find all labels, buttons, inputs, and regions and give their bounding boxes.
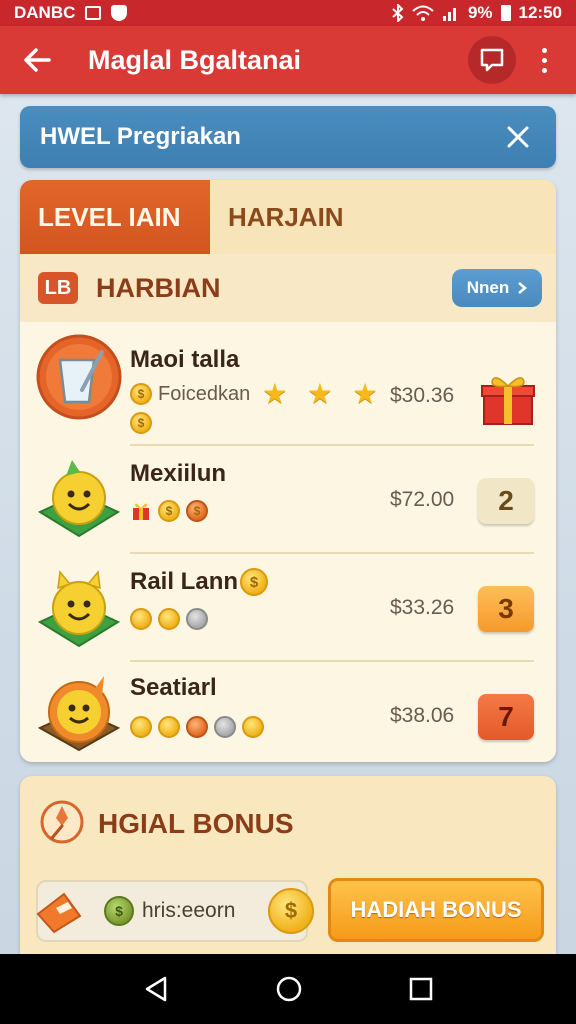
coin-icon: $ xyxy=(130,383,152,405)
section-title: HARBIAN xyxy=(96,272,221,303)
banner-close-button[interactable] xyxy=(500,119,536,155)
shield-notification-icon xyxy=(111,5,128,21)
coin-row: $ xyxy=(130,412,152,434)
battery-icon xyxy=(500,5,511,21)
dot xyxy=(541,47,547,53)
coin-icon xyxy=(186,608,208,630)
coin-row: $ $ xyxy=(130,500,208,522)
bluetooth-icon xyxy=(392,4,404,22)
item-title: Mexiilun xyxy=(130,460,227,487)
star-icon: ★ xyxy=(307,378,333,409)
bonus-target-icon xyxy=(40,800,84,844)
back-button[interactable] xyxy=(14,37,60,83)
item-title: Rail Lann xyxy=(130,568,239,595)
claim-bonus-button[interactable]: HADIAH BONUS xyxy=(328,878,544,942)
smiley-avatar-icon xyxy=(37,676,121,752)
coin-icon: $ xyxy=(158,500,180,522)
app-title: Maglal Bgaltanai xyxy=(88,44,302,75)
level-badge: 3 xyxy=(478,586,534,632)
item-title: Seatiarl xyxy=(130,674,217,701)
nav-home-icon[interactable] xyxy=(275,975,303,1003)
nav-recents-icon[interactable] xyxy=(409,977,433,1001)
chat-icon xyxy=(480,48,504,72)
coin-icon xyxy=(130,608,152,630)
carrier-text: DANBC xyxy=(14,3,76,22)
lb-logo-icon: LB xyxy=(38,272,78,304)
coin-icon xyxy=(158,716,180,738)
close-icon xyxy=(507,126,529,148)
clock: 12:50 xyxy=(518,3,562,22)
tab-bar: LEVEL IAIN HARJAIN xyxy=(20,180,556,254)
coin-icon xyxy=(158,608,180,630)
next-button-label: Nnen xyxy=(466,278,510,297)
nav-back-icon[interactable] xyxy=(143,975,169,1003)
level-badge: 7 xyxy=(478,694,534,740)
bonus-code-value: hris:eeorn xyxy=(142,899,236,922)
ticket-icon xyxy=(36,892,82,934)
section-header: LB HARBIAN Nnen xyxy=(20,254,556,322)
notice-banner: HWEL Pregriakan xyxy=(20,106,556,168)
cup-avatar-icon xyxy=(36,334,122,420)
dot xyxy=(541,57,547,63)
coin-icon: $ xyxy=(268,888,314,934)
list-item[interactable]: Seatiarl $38.06 7 xyxy=(20,662,556,762)
list-item[interactable]: Mexiilun $ $ $72.00 2 xyxy=(20,446,556,556)
list-item[interactable]: Maoi talla $ Foicedkan ★ ★ ★ $ $30.36 xyxy=(20,322,556,434)
level-card: LEVEL IAIN HARJAIN LB HARBIAN Nnen Maoi … xyxy=(20,180,556,762)
wifi-icon xyxy=(412,5,434,21)
star-icon: ★ xyxy=(352,378,378,409)
coin-row xyxy=(130,716,264,738)
bonus-card: HGIAL BONUS $ hris:eeorn $ HADIAH BONUS xyxy=(20,776,556,976)
status-bar: DANBC 9% 12:50 xyxy=(0,0,576,26)
list-item[interactable]: Rail Lann $ $33.26 3 xyxy=(20,554,556,664)
banner-text: HWEL Pregriakan xyxy=(40,123,241,150)
coin-icon: $ xyxy=(186,500,208,522)
green-coin-icon: $ xyxy=(104,896,134,926)
more-options-button[interactable] xyxy=(526,36,562,84)
item-subtitle-text: Foicedkan xyxy=(158,382,251,405)
coin-icon: $ xyxy=(240,568,268,596)
chevron-right-icon xyxy=(518,282,528,294)
coin-icon xyxy=(186,716,208,738)
gift-icon[interactable] xyxy=(480,372,536,426)
coin-row xyxy=(130,608,208,630)
smiley-avatar-icon xyxy=(37,570,121,648)
next-button[interactable]: Nnen xyxy=(452,269,542,307)
item-price: $33.26 xyxy=(390,596,455,619)
system-nav-bar xyxy=(0,954,576,1024)
app-bar: Maglal Bgaltanai xyxy=(0,26,576,94)
coin-icon: $ xyxy=(130,412,152,434)
star-icon: ★ xyxy=(262,378,288,409)
signal-icon xyxy=(442,8,456,21)
tab-level[interactable]: LEVEL IAIN xyxy=(20,180,210,254)
coin-icon xyxy=(242,716,264,738)
item-price: $72.00 xyxy=(390,488,455,511)
item-title: Maoi talla xyxy=(130,346,240,373)
smiley-avatar-icon xyxy=(37,460,121,538)
bonus-code-input[interactable]: $ hris:eeorn $ xyxy=(36,880,314,942)
coin-icon xyxy=(214,716,236,738)
coin-icon xyxy=(130,716,152,738)
level-badge: 2 xyxy=(478,478,534,524)
small-gift-icon xyxy=(133,503,149,520)
image-notification-icon xyxy=(85,6,102,20)
dot xyxy=(541,67,547,73)
bonus-title: HGIAL BONUS xyxy=(98,808,294,839)
chat-button[interactable] xyxy=(468,36,516,84)
item-price: $30.36 xyxy=(390,384,455,407)
battery-percent: 9% xyxy=(467,3,493,22)
arrow-left-icon xyxy=(24,48,51,72)
item-subtitle: $ Foicedkan ★ ★ ★ xyxy=(130,380,378,408)
tab-harjain[interactable]: HARJAIN xyxy=(210,180,556,254)
item-price: $38.06 xyxy=(390,704,455,727)
